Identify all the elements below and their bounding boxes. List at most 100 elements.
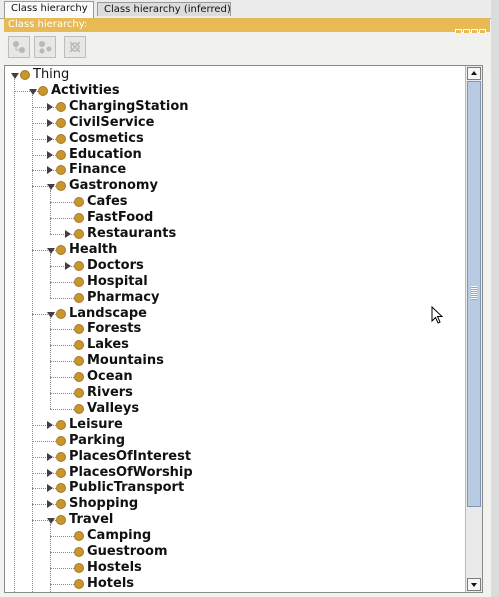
tree-branch [50,377,74,379]
class-label: PlacesOfWorship [69,464,193,480]
class-node-restaurants[interactable]: Restaurants [5,226,465,242]
collapse-toggle-icon[interactable] [29,88,37,95]
class-tree-panel[interactable]: Thing Activities ChargingStation CivilServi… [4,65,483,593]
expand-toggle-icon[interactable] [47,484,53,493]
class-label: Hotels [87,575,135,591]
class-label: Ocean [87,369,133,385]
tree-branch [50,218,74,220]
collapse-toggle-icon[interactable] [47,247,55,254]
class-node-health[interactable]: Health [5,242,465,258]
collapse-toggle-icon[interactable] [47,518,55,525]
tree-branch [50,552,74,553]
class-label: Forests [87,321,142,337]
class-icon [74,213,84,224]
class-label: Hostels [87,559,142,575]
class-tree[interactable]: Thing Activities ChargingStation CivilServi… [5,66,465,592]
expand-toggle-icon[interactable] [47,468,53,477]
class-label: Cosmetics [69,130,144,146]
class-node-guestroom[interactable]: Guestroom [5,544,465,560]
class-node-leisure[interactable]: Leisure [5,417,465,433]
tree-branch [50,361,74,363]
class-icon [56,499,66,510]
collapse-toggle-icon[interactable] [47,184,55,191]
delete-class-button[interactable] [64,36,86,58]
expand-toggle-icon[interactable] [47,150,53,159]
tab-class-hierarchy[interactable]: Class hierarchy [4,1,94,18]
class-icon [56,149,66,160]
collapse-toggle-icon[interactable] [47,311,55,318]
expand-toggle-icon[interactable] [47,118,53,127]
expand-toggle-icon[interactable] [47,134,53,143]
class-label: Hospital [87,273,148,289]
class-node-thing[interactable]: Thing [5,67,465,83]
class-icon [56,515,66,526]
class-node-forests[interactable]: Forests [5,321,465,337]
expand-toggle-icon[interactable] [47,500,53,509]
scroll-thumb[interactable] [467,81,481,507]
tab-class-hierarchy-inferred[interactable]: Class hierarchy (inferred) [97,2,231,16]
tree-branch [50,583,74,585]
scroll-grip [471,286,477,300]
expand-toggle-icon[interactable] [65,261,71,270]
class-node-fast-food[interactable]: FastFood [5,210,465,226]
class-node-parking[interactable]: Parking [5,433,465,449]
class-node-hospital[interactable]: Hospital [5,274,465,290]
class-node-landscape[interactable]: Landscape [5,306,465,322]
class-icon [56,483,66,494]
class-node-doctors[interactable]: Doctors [5,258,465,274]
scroll-up-arrow[interactable] [467,67,481,80]
class-node-ocean[interactable]: Ocean [5,369,465,385]
class-node-cafes[interactable]: Cafes [5,194,465,210]
collapse-toggle-icon[interactable] [11,73,19,79]
class-node-travel[interactable]: Travel [5,512,465,528]
class-icon [74,403,84,414]
vertical-scrollbar[interactable] [465,66,482,592]
class-icon [74,260,84,271]
class-label: Shopping [69,496,139,512]
class-label: PublicTransport [69,480,185,496]
class-label: PlacesOfInterest [69,448,192,464]
class-node-valleys[interactable]: Valleys [5,401,465,417]
class-icon [56,117,66,128]
class-node-mountains[interactable]: Mountains [5,353,465,369]
tree-branch [50,329,74,331]
class-icon [38,85,48,96]
class-icon [56,133,66,144]
class-node-public-transport[interactable]: PublicTransport [5,480,465,496]
add-sibling-icon [39,41,52,54]
add-subclass-button[interactable] [8,36,30,58]
class-node-pharmacy[interactable]: Pharmacy [5,290,465,306]
class-node-charging-station[interactable]: ChargingStation [5,99,465,115]
hierarchy-toolbar [4,33,490,65]
class-node-places-of-interest[interactable]: PlacesOfInterest [5,449,465,465]
class-node-hostels[interactable]: Hostels [5,560,465,576]
add-sibling-button[interactable] [34,36,56,58]
class-node-lakes[interactable]: Lakes [5,337,465,353]
class-label: Mountains [87,353,164,369]
tree-branch [50,345,74,347]
expand-toggle-icon[interactable] [47,420,53,429]
class-label: Leisure [69,416,123,432]
class-node-civil-service[interactable]: CivilService [5,115,465,131]
class-node-shopping[interactable]: Shopping [5,496,465,512]
class-node-education[interactable]: Education [5,147,465,163]
class-icon [56,101,66,112]
class-node-gastronomy[interactable]: Gastronomy [5,178,465,194]
class-node-cosmetics[interactable]: Cosmetics [5,131,465,147]
class-node-hotels[interactable]: Hotels [5,576,465,592]
expand-toggle-icon[interactable] [47,166,53,175]
class-icon [56,467,66,478]
class-label: Travel [69,512,114,528]
class-node-rivers[interactable]: Rivers [5,385,465,401]
class-node-places-of-worship[interactable]: PlacesOfWorship [5,465,465,481]
class-label: Pharmacy [87,289,160,305]
class-node-camping[interactable]: Camping [5,528,465,544]
expand-toggle-icon[interactable] [47,102,53,111]
expand-toggle-icon[interactable] [47,452,53,461]
class-label: Restaurants [87,226,177,241]
class-node-finance[interactable]: Finance [5,162,465,178]
scroll-down-arrow[interactable] [467,578,481,591]
expand-toggle-icon[interactable] [65,230,71,238]
class-node-activities[interactable]: Activities [5,83,465,99]
class-label: Thing [33,67,70,82]
